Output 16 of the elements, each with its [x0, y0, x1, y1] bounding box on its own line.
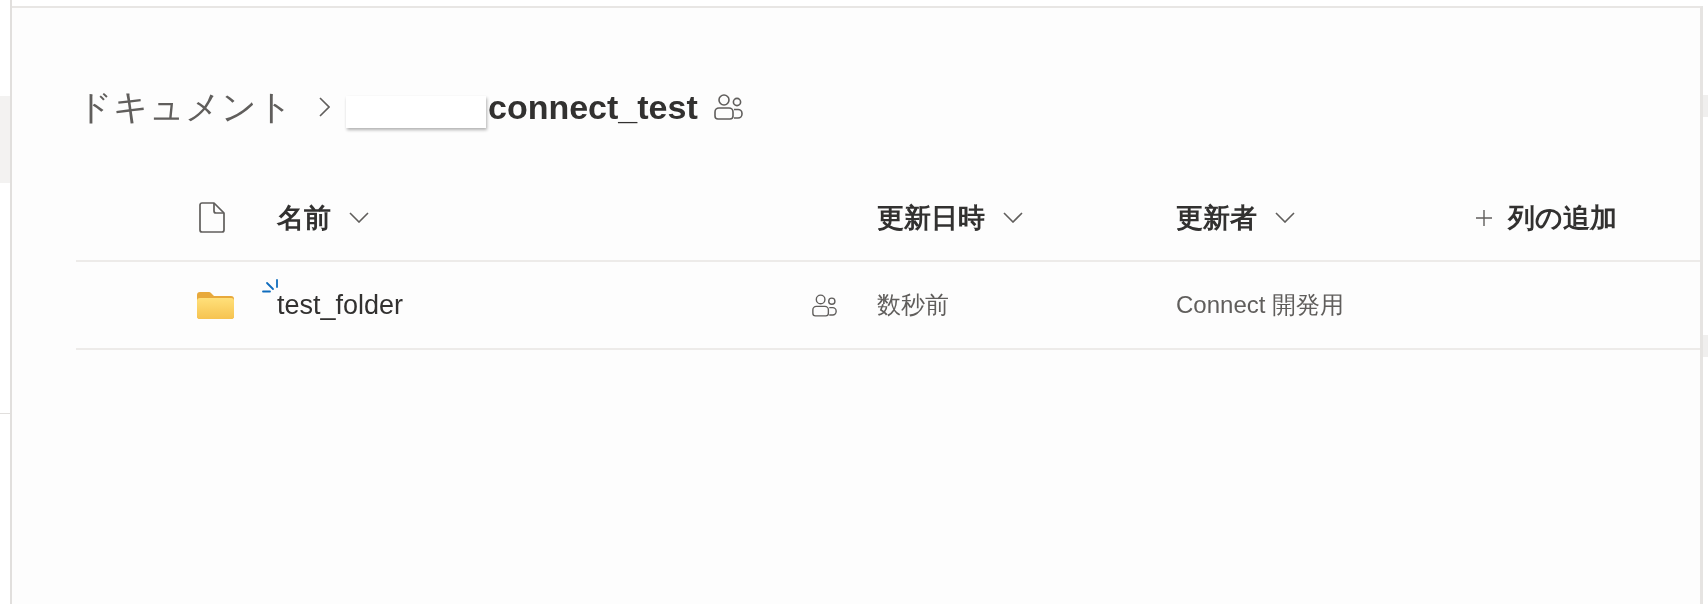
column-header[interactable]: 更新日時: [877, 199, 1023, 236]
folder-icon: [197, 291, 234, 319]
document-icon[interactable]: [199, 202, 225, 233]
plus-icon: [1476, 209, 1492, 226]
breadcrumb-link[interactable]: ドキュメント: [77, 86, 293, 128]
breadcrumb-current: connect_test: [488, 86, 698, 128]
chevron-right-icon: [319, 97, 330, 117]
folder-name-link[interactable]: test_folder: [277, 289, 404, 321]
add-column-button[interactable]: 列の追加: [1476, 199, 1617, 236]
modified-by: Connect 開発用: [1176, 291, 1345, 318]
chevron-down-icon: [349, 212, 369, 223]
chevron-down-icon: [1003, 212, 1023, 223]
modified-time: 数秒前: [877, 291, 949, 318]
column-header[interactable]: 名前: [277, 199, 369, 236]
chevron-down-icon: [1275, 212, 1295, 223]
column-header[interactable]: 更新者: [1176, 199, 1295, 236]
